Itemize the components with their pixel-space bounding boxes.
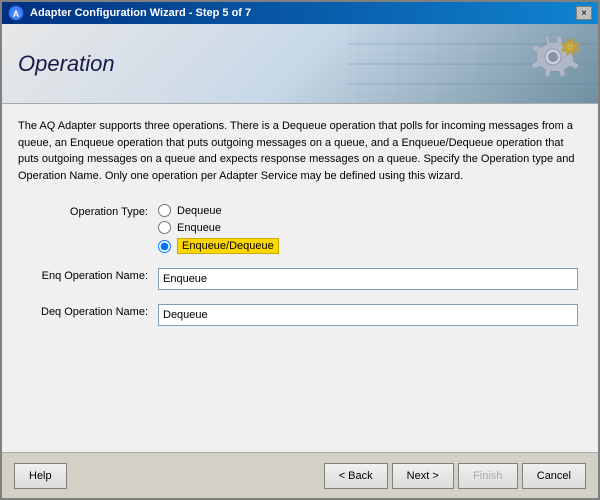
header-banner: Operation <box>2 24 598 104</box>
svg-text:A: A <box>13 9 20 19</box>
footer-left: Help <box>14 463 67 489</box>
deq-operation-label: Deq Operation Name: <box>18 304 148 318</box>
window-icon: A <box>8 5 24 21</box>
enq-operation-row: Enq Operation Name: <box>18 268 582 290</box>
radio-dequeue[interactable]: Dequeue <box>158 204 279 217</box>
radio-enqueue-dequeue[interactable]: Enqueue/Dequeue <box>158 238 279 254</box>
cancel-button[interactable]: Cancel <box>522 463 586 489</box>
content-area: The AQ Adapter supports three operations… <box>2 104 598 452</box>
operation-type-label: Operation Type: <box>18 204 148 218</box>
page-title: Operation <box>18 51 115 77</box>
radio-enqueue-dequeue-input[interactable] <box>158 240 171 253</box>
radio-enqueue-dequeue-label: Enqueue/Dequeue <box>177 238 279 254</box>
next-button[interactable]: Next > <box>392 463 454 489</box>
back-button[interactable]: < Back <box>324 463 388 489</box>
description-text: The AQ Adapter supports three operations… <box>18 118 582 184</box>
footer-right: < Back Next > Finish Cancel <box>324 463 586 489</box>
radio-dequeue-input[interactable] <box>158 204 171 217</box>
radio-enqueue-label: Enqueue <box>177 222 221 234</box>
enq-operation-label: Enq Operation Name: <box>18 268 148 282</box>
radio-dequeue-label: Dequeue <box>177 205 222 217</box>
operation-type-radio-group: Dequeue Enqueue Enqueue/Dequeue <box>158 204 279 254</box>
radio-enqueue[interactable]: Enqueue <box>158 221 279 234</box>
deq-operation-input[interactable] <box>158 304 578 326</box>
wizard-window: A Adapter Configuration Wizard - Step 5 … <box>0 0 600 500</box>
help-button[interactable]: Help <box>14 463 67 489</box>
window-title: Adapter Configuration Wizard - Step 5 of… <box>30 7 251 19</box>
enq-operation-input[interactable] <box>158 268 578 290</box>
operation-type-row: Operation Type: Dequeue Enqueue Enqueue/… <box>18 204 582 254</box>
gear-icon <box>518 29 588 99</box>
deq-operation-row: Deq Operation Name: <box>18 304 582 326</box>
radio-enqueue-input[interactable] <box>158 221 171 234</box>
finish-button[interactable]: Finish <box>458 463 518 489</box>
footer: Help < Back Next > Finish Cancel <box>2 452 598 498</box>
title-bar: A Adapter Configuration Wizard - Step 5 … <box>2 2 598 24</box>
form-section: Operation Type: Dequeue Enqueue Enqueue/… <box>18 204 582 326</box>
close-button[interactable]: × <box>576 6 592 20</box>
